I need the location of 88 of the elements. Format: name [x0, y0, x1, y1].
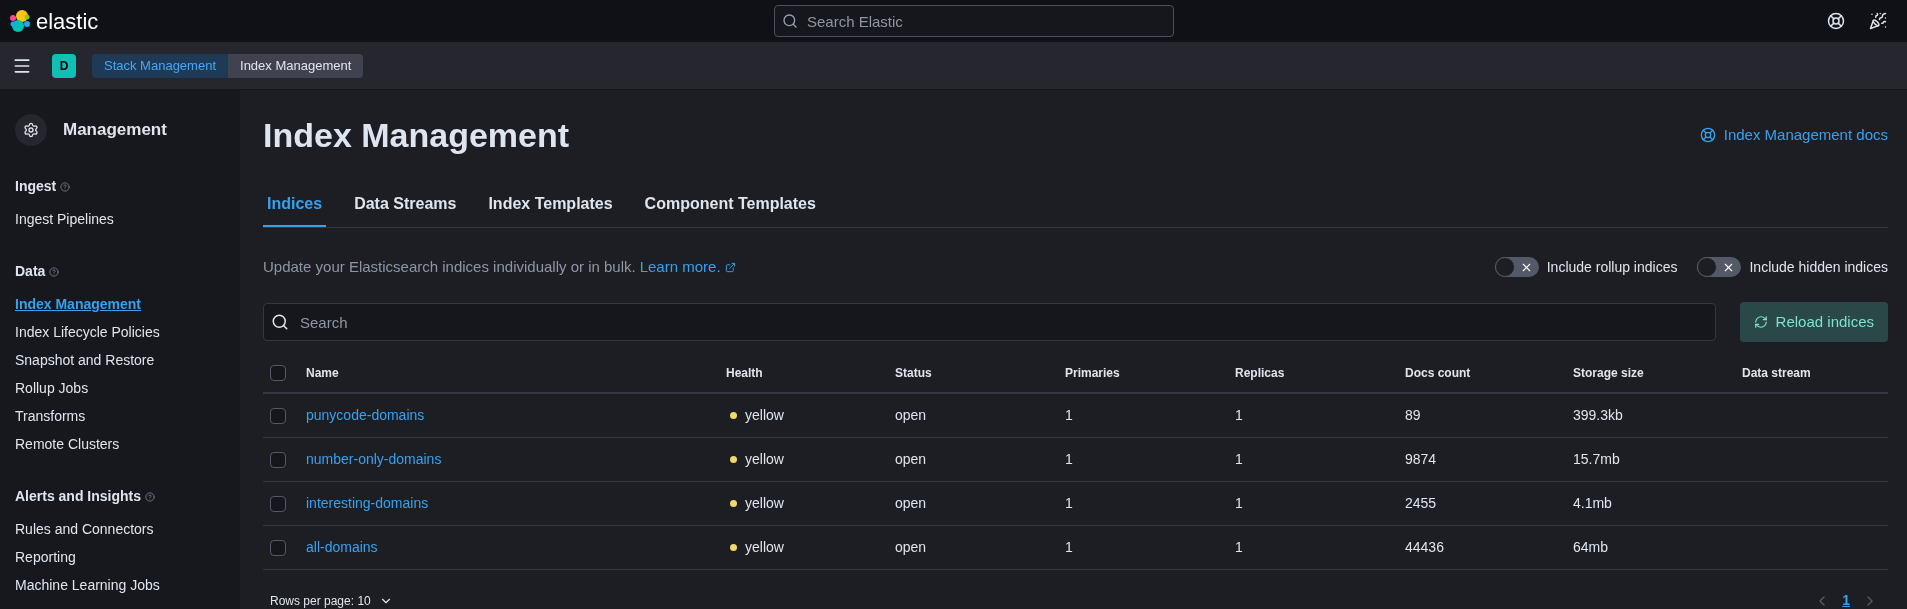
- column-header: Docs count: [1405, 365, 1472, 382]
- help-icon: [1699, 127, 1716, 143]
- table-cell-text: 89: [1405, 406, 1422, 425]
- column-header: Storage size: [1573, 365, 1645, 382]
- external-link-icon: [724, 261, 736, 273]
- table-cell-text: 1: [1065, 450, 1074, 469]
- table-cell-text: open: [895, 406, 928, 425]
- column-header: Data stream: [1742, 365, 1812, 382]
- search-icon: [271, 313, 289, 331]
- table-cell-text: 1: [1065, 406, 1074, 425]
- sidebar-item[interactable]: Ingest Pipelines: [15, 205, 225, 233]
- help-icon[interactable]: [1827, 12, 1845, 30]
- column-header: Health: [726, 365, 764, 382]
- table-cell-text: 1: [1235, 494, 1244, 513]
- table-cell-text: 1: [1235, 406, 1244, 425]
- checkbox[interactable]: [270, 451, 286, 468]
- description-text: Update your Elasticsearch indices individually or in bulk.: [263, 256, 636, 277]
- party-popper-icon[interactable]: [1869, 12, 1887, 30]
- index-link[interactable]: interesting-domains: [306, 493, 726, 514]
- table-cell-text: 4.1mb: [1573, 494, 1613, 513]
- table-cell-text: 9874: [1405, 450, 1438, 469]
- docs-link[interactable]: Index Management docs: [1699, 123, 1888, 147]
- sidebar-item[interactable]: Remote Clusters: [15, 430, 225, 458]
- help-icon: [49, 266, 60, 277]
- checkbox[interactable]: [270, 495, 286, 512]
- sidebar-group-title: Data: [15, 262, 46, 281]
- learn-more-link[interactable]: Learn more.: [639, 255, 721, 279]
- sidebar-group-title: Alerts and Insights: [15, 487, 142, 506]
- breadcrumb[interactable]: Index Management: [228, 53, 364, 78]
- table-cell-text: open: [895, 494, 928, 513]
- tab[interactable]: Data Streams: [350, 182, 461, 227]
- help-icon: [145, 491, 156, 502]
- tab[interactable]: Index Templates: [484, 182, 617, 227]
- search-icon: [782, 13, 798, 29]
- search-field[interactable]: Search Elastic: [774, 5, 1174, 37]
- reload-button[interactable]: Reload indices: [1739, 302, 1888, 342]
- table-cell-text: 2455: [1405, 494, 1438, 513]
- sidebar-item[interactable]: Snapshot and Restore: [15, 346, 225, 374]
- table-cell-text: 1: [1235, 538, 1244, 557]
- column-header: Replicas: [1235, 365, 1286, 382]
- table-cell-text: open: [895, 450, 928, 469]
- table-cell-text: yellow: [745, 538, 784, 557]
- rows-per-page-button[interactable]: Rows per page: 10: [270, 591, 393, 609]
- table-cell-text: 44436: [1405, 538, 1445, 557]
- sidebar-item[interactable]: Transforms: [15, 402, 225, 430]
- column-header: Primaries: [1065, 365, 1121, 382]
- toggle-switch[interactable]: [1494, 257, 1539, 277]
- toggle-switch[interactable]: [1697, 257, 1742, 277]
- tab[interactable]: Indices: [263, 182, 327, 227]
- logo-text: elastic: [36, 7, 99, 36]
- breadcrumb[interactable]: Stack Management: [92, 53, 228, 78]
- help-icon: [60, 181, 71, 192]
- table-cell-text: open: [895, 538, 928, 557]
- table-cell-text: yellow: [745, 406, 784, 425]
- search-field[interactable]: Search: [263, 303, 1716, 341]
- index-link[interactable]: number-only-domains: [306, 449, 726, 470]
- index-link[interactable]: all-domains: [306, 537, 726, 558]
- table-cell-text: 1: [1065, 494, 1074, 513]
- table-cell-text: 15.7mb: [1573, 450, 1621, 469]
- sidebar-group-title: Ingest: [15, 177, 57, 196]
- table-cell-text: yellow: [745, 450, 784, 469]
- logo-icon: [8, 9, 32, 33]
- checkbox[interactable]: [270, 539, 286, 556]
- checkbox[interactable]: [270, 407, 286, 424]
- column-header: Name: [306, 365, 340, 382]
- sidebar-item[interactable]: Machine Learning Jobs: [15, 571, 225, 599]
- sidebar-item[interactable]: Index Management: [15, 290, 225, 318]
- table-cell-text: 64mb: [1573, 538, 1610, 557]
- table-cell-text: 399.3kb: [1573, 406, 1624, 425]
- sidebar-title: Management: [63, 119, 167, 142]
- sidebar-item[interactable]: Rules and Connectors: [15, 515, 225, 543]
- table-cell-text: 1: [1235, 450, 1244, 469]
- sidebar-item[interactable]: Reporting: [15, 543, 225, 571]
- table-cell-text: 1: [1065, 538, 1074, 557]
- refresh-icon: [1753, 315, 1768, 329]
- sidebar-item[interactable]: Index Lifecycle Policies: [15, 318, 225, 346]
- settings-icon: [15, 114, 47, 146]
- index-link[interactable]: punycode-domains: [306, 405, 726, 426]
- tab[interactable]: Component Templates: [640, 182, 820, 227]
- toggle-label: Include hidden indices: [1749, 257, 1888, 277]
- page-title: Index Management: [263, 114, 570, 156]
- toggle-label: Include rollup indices: [1546, 257, 1678, 277]
- column-header: Status: [895, 365, 933, 382]
- sidebar-item[interactable]: Rollup Jobs: [15, 374, 225, 402]
- space-avatar[interactable]: D: [52, 53, 76, 78]
- table-cell-text: yellow: [745, 494, 784, 513]
- page-number[interactable]: 1: [1842, 590, 1850, 609]
- checkbox[interactable]: [270, 365, 286, 381]
